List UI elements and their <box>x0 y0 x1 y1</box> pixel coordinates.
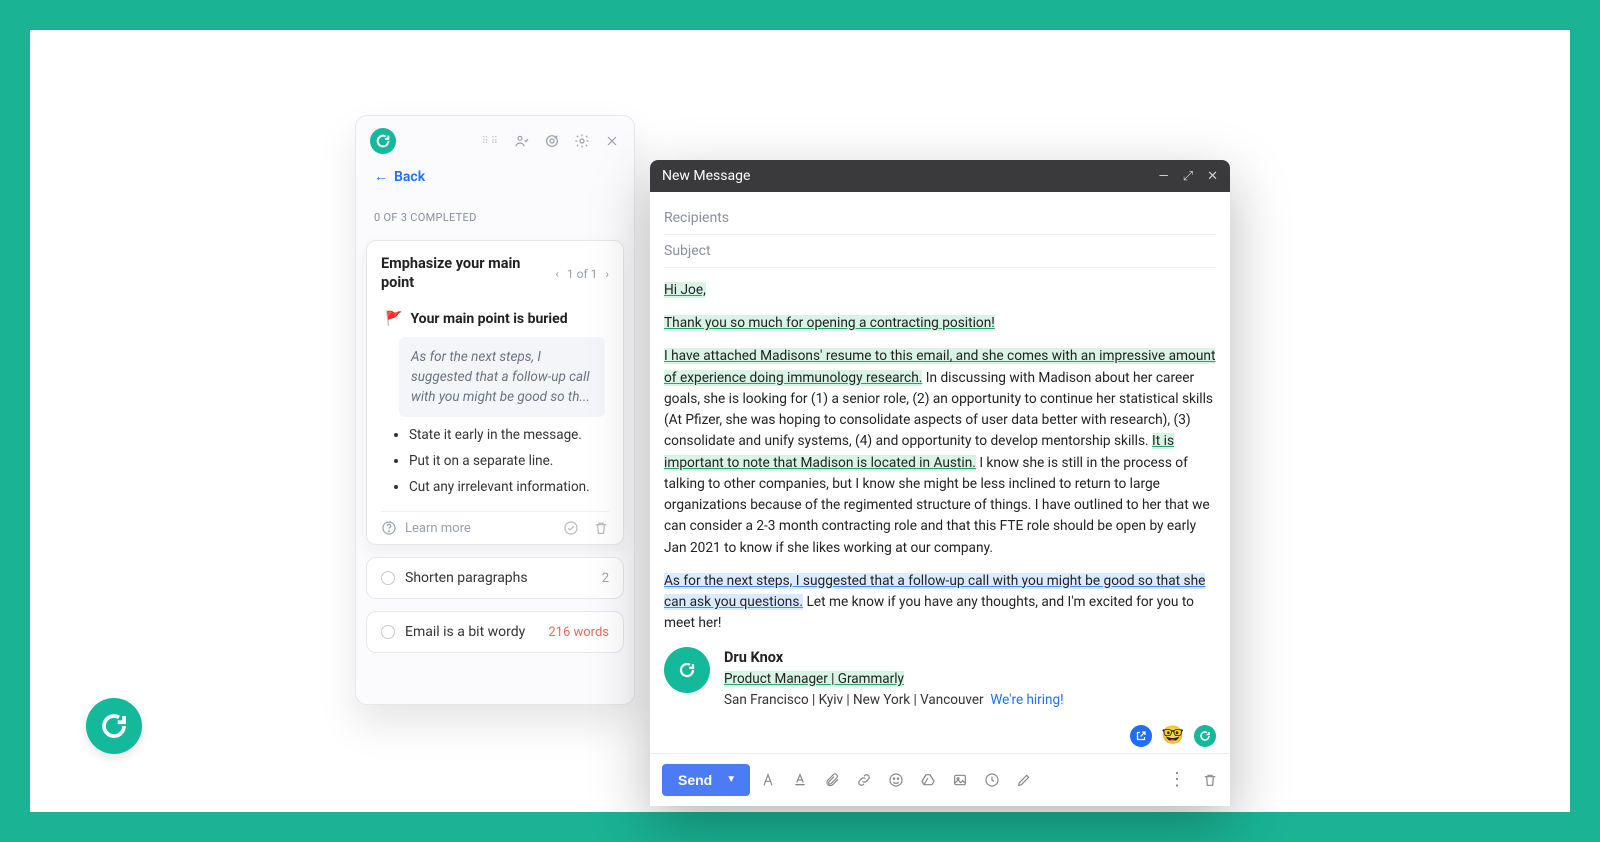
thanks-text: Thank you so much for opening a contract… <box>664 315 995 331</box>
gear-icon[interactable] <box>574 133 590 149</box>
attach-icon[interactable] <box>824 772 840 788</box>
row-badge: 216 words <box>548 625 609 640</box>
recipients-field[interactable]: Recipients <box>664 202 1216 235</box>
suggestion-row[interactable]: Email is a bit wordy 216 words <box>366 611 624 653</box>
discard-icon[interactable] <box>1202 772 1218 788</box>
learn-more-link[interactable]: Learn more <box>381 520 471 536</box>
minimize-icon[interactable]: — <box>1159 169 1169 184</box>
close-icon[interactable]: ✕ <box>1207 169 1218 184</box>
grammarly-avatar-icon <box>664 647 710 693</box>
emoji-icon[interactable] <box>888 772 904 788</box>
pager-prev-icon[interactable]: ‹ <box>555 267 559 281</box>
suggestion-row[interactable]: Shorten paragraphs 2 <box>366 557 624 599</box>
compose-body[interactable]: Hi Joe, Thank you so much for opening a … <box>650 268 1230 725</box>
grammarly-badge-icon[interactable] <box>1194 725 1216 747</box>
row-badge: 2 <box>602 571 609 586</box>
card-quote: As for the next steps, I suggested that … <box>399 337 605 418</box>
subject-field[interactable]: Subject <box>664 235 1216 268</box>
check-circle-icon[interactable] <box>563 520 579 536</box>
card-title: Emphasize your main point <box>381 255 541 293</box>
grammarly-logo-icon <box>370 128 396 154</box>
text-color-icon[interactable] <box>792 772 808 788</box>
greeting-text: Hi Joe, <box>664 282 706 298</box>
status-circle-icon <box>381 571 395 585</box>
expand-icon[interactable]: ⤢ <box>1183 169 1193 184</box>
compose-title: New Message <box>662 168 750 184</box>
pen-icon[interactable] <box>1016 772 1032 788</box>
signature-block: Dru Knox Product Manager | Grammarly San… <box>664 647 1216 711</box>
drag-handle-icon[interactable]: ⠿⠿ <box>481 136 500 147</box>
pager-text: 1 of 1 <box>567 267 597 281</box>
pager-next-icon[interactable]: › <box>605 267 609 281</box>
help-icon <box>381 520 397 536</box>
signature-locations: San Francisco | Kyiv | New York | Vancou… <box>724 692 984 708</box>
suggestion-card: Emphasize your main point ‹ 1 of 1 › 🚩 Y… <box>366 240 624 545</box>
tip-item: State it early in the message. <box>409 427 605 443</box>
signature-name: Dru Knox <box>724 647 1064 669</box>
confidential-icon[interactable] <box>984 772 1000 788</box>
card-subtitle: Your main point is buried <box>410 311 567 327</box>
image-icon[interactable] <box>952 772 968 788</box>
compose-window: New Message — ⤢ ✕ Recipients Subject Hi … <box>650 160 1230 806</box>
send-dropdown-icon[interactable]: ▼ <box>726 774 736 785</box>
learn-more-label: Learn more <box>405 521 471 536</box>
open-external-icon[interactable] <box>1130 725 1152 747</box>
signature-role: Product Manager | Grammarly <box>724 671 904 687</box>
flag-icon: 🚩 <box>385 311 402 327</box>
hiring-link[interactable]: We're hiring! <box>990 692 1063 708</box>
brand-badge-icon <box>86 698 142 754</box>
link-icon[interactable] <box>856 772 872 788</box>
back-button[interactable]: ← Back <box>374 168 425 185</box>
progress-text: 0 OF 3 COMPLETED <box>356 195 634 234</box>
person-check-icon[interactable] <box>514 133 530 149</box>
status-circle-icon <box>381 625 395 639</box>
send-label: Send <box>678 772 712 788</box>
format-icon[interactable] <box>760 772 776 788</box>
drive-icon[interactable] <box>920 772 936 788</box>
tip-item: Put it on a separate line. <box>409 453 605 469</box>
arrow-left-icon: ← <box>374 168 388 185</box>
row-label: Shorten paragraphs <box>405 570 528 586</box>
target-icon[interactable] <box>544 133 560 149</box>
trash-icon[interactable] <box>593 520 609 536</box>
emoji-badge-icon[interactable]: 🤓 <box>1162 725 1184 746</box>
send-button[interactable]: Send ▼ <box>662 764 750 796</box>
tip-item: Cut any irrelevant information. <box>409 479 605 495</box>
close-icon[interactable] <box>604 133 620 149</box>
row-label: Email is a bit wordy <box>405 624 525 640</box>
back-label: Back <box>394 169 425 185</box>
grammarly-panel: ⠿⠿ ← Back 0 OF 3 COMPLETED Emphasize you… <box>355 115 635 705</box>
